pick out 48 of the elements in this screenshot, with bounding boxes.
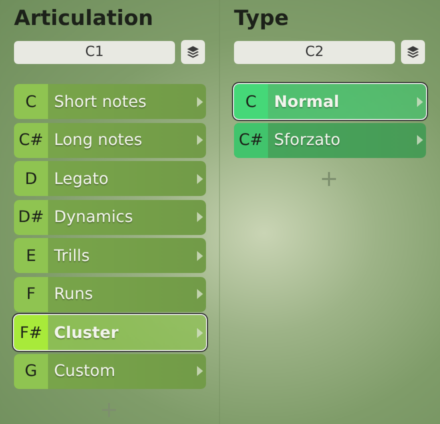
mapping-row[interactable]: C# Long notes (14, 122, 206, 158)
key-label: C# (234, 122, 268, 158)
submenu-arrow-icon (197, 135, 203, 145)
key-label: F (14, 276, 48, 312)
mapping-row[interactable]: E Trills (14, 238, 206, 273)
row-label: Long notes (53, 129, 144, 151)
mapping-row[interactable]: G Custom (14, 354, 206, 388)
key-label: E (14, 238, 48, 273)
submenu-arrow-icon (197, 96, 203, 106)
submenu-arrow-icon (197, 328, 203, 338)
key-label: C# (14, 122, 48, 158)
submenu-arrow-icon (417, 96, 423, 106)
row-label: Short notes (53, 90, 148, 112)
key-label: D (14, 161, 48, 196)
submenu-arrow-icon (197, 289, 203, 299)
mapping-row[interactable]: F Runs (14, 276, 206, 312)
row-label: Custom (53, 360, 116, 382)
mapping-row[interactable]: D Legato (14, 161, 206, 196)
trigger-field[interactable]: C2 (234, 40, 395, 64)
key-label: F# (14, 315, 48, 350)
submenu-arrow-icon (197, 250, 203, 260)
row-label: Legato (53, 168, 110, 190)
submenu-arrow-icon (417, 135, 423, 145)
row-label: Sforzato (273, 129, 342, 151)
key-label: D# (14, 200, 48, 234)
layers-button[interactable] (181, 40, 205, 64)
row-label: Trills (53, 244, 91, 266)
mapping-row[interactable]: D# Dynamics (14, 200, 206, 234)
column-title: Articulation (14, 5, 154, 32)
submenu-arrow-icon (197, 212, 203, 222)
submenu-arrow-icon (197, 174, 203, 184)
layers-icon (406, 45, 420, 59)
layers-button[interactable] (401, 40, 425, 64)
row-label: Cluster (53, 322, 120, 344)
column-title: Type (234, 5, 290, 32)
row-label: Normal (273, 90, 340, 112)
key-label: C (234, 84, 268, 119)
trigger-field[interactable]: C1 (14, 40, 175, 64)
mapping-row[interactable]: F# Cluster (14, 315, 206, 350)
key-label: G (14, 354, 48, 388)
row-label: Dynamics (53, 206, 134, 228)
submenu-arrow-icon (197, 366, 203, 376)
mapping-row[interactable]: C# Sforzato (234, 122, 426, 158)
key-label: C (14, 84, 48, 119)
mapping-row[interactable]: C Short notes (14, 84, 206, 119)
layers-icon (186, 45, 200, 59)
row-label: Runs (53, 283, 94, 305)
mapping-row[interactable]: C Normal (234, 84, 426, 119)
